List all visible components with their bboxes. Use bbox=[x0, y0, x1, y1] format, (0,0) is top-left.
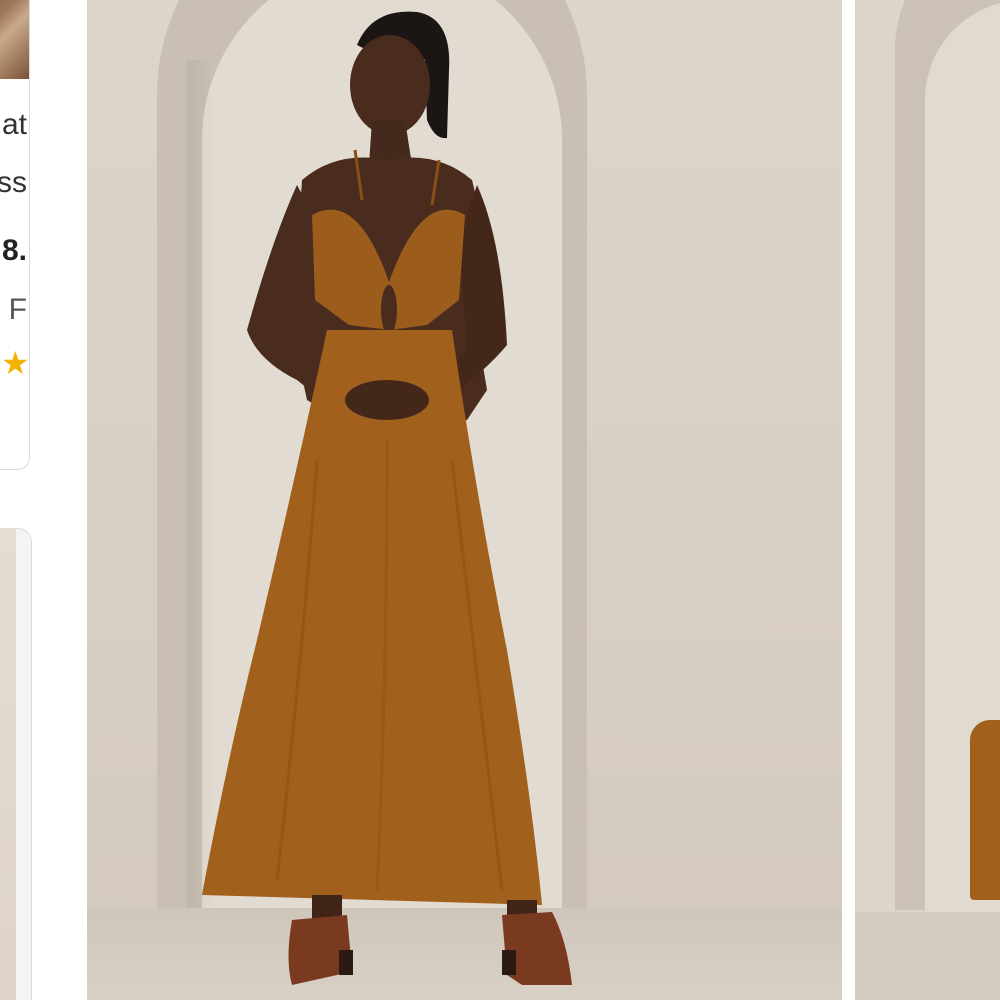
hands bbox=[345, 380, 429, 420]
gallery-gap-1 bbox=[842, 0, 855, 1000]
product-title-line2: ss bbox=[0, 166, 27, 199]
dress-edge bbox=[970, 720, 1000, 900]
product-card-partial[interactable]: at ss 8. e F ★ bbox=[0, 0, 30, 470]
rating-star-icon: ★ bbox=[1, 345, 30, 381]
keyhole bbox=[381, 285, 397, 335]
product-card-partial-2[interactable] bbox=[0, 528, 32, 1000]
main-product-image[interactable] bbox=[87, 0, 842, 1000]
product-title-line1: at bbox=[1, 108, 27, 141]
product-thumbnail-2[interactable] bbox=[0, 529, 16, 1000]
heel-left bbox=[339, 950, 353, 975]
product-seller: e F bbox=[0, 293, 27, 326]
product-thumbnail[interactable] bbox=[0, 0, 29, 79]
next-product-image[interactable] bbox=[855, 0, 1000, 1000]
floor-2 bbox=[855, 912, 1000, 1000]
model-figure bbox=[202, 11, 572, 985]
heel-right bbox=[502, 950, 516, 975]
product-price: 8. bbox=[1, 234, 27, 267]
